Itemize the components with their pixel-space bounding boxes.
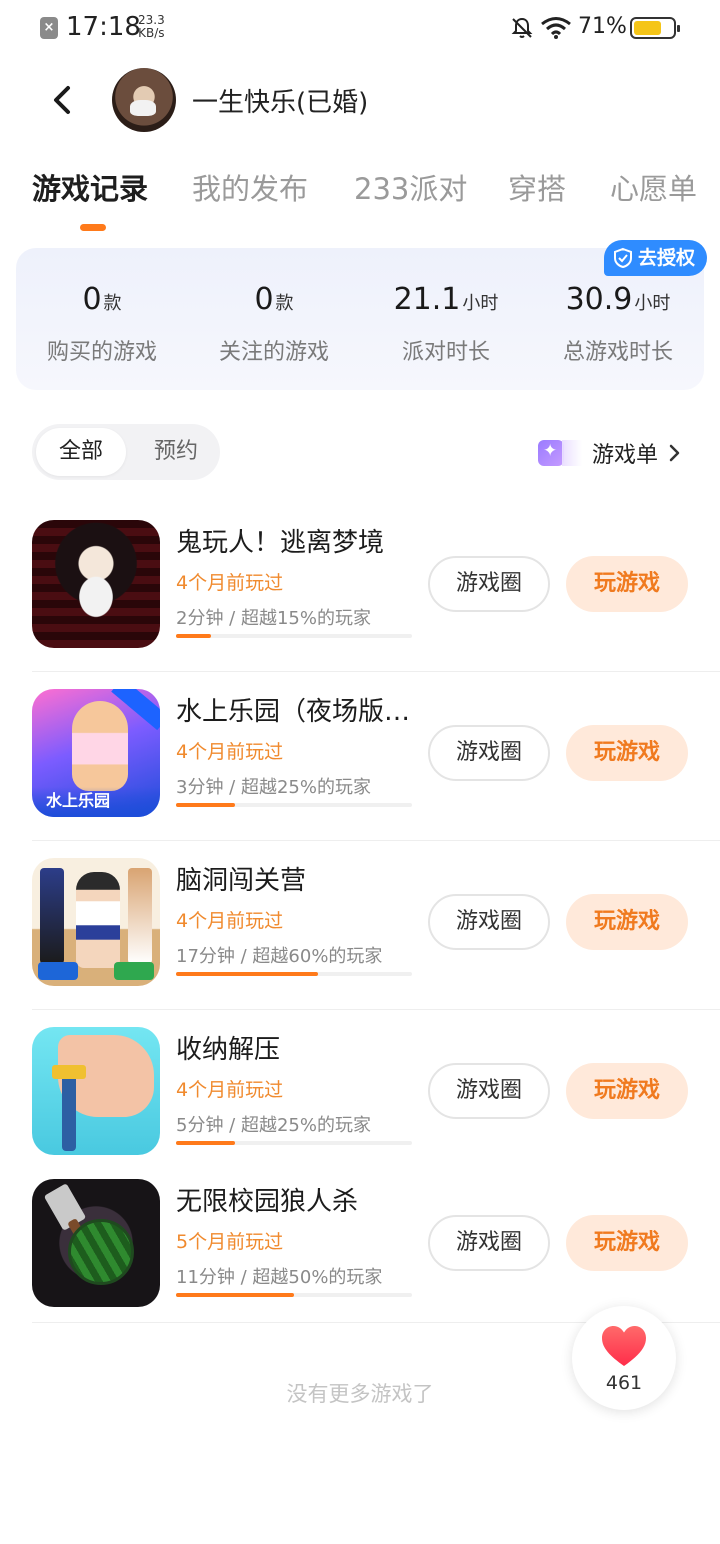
battery-percent: 71%	[578, 14, 627, 39]
playtime-progress	[176, 634, 412, 638]
like-count: 461	[605, 1372, 643, 1394]
game-circle-button[interactable]: 游戏圈	[428, 894, 550, 950]
avatar[interactable]	[112, 68, 176, 132]
tab-bar: 游戏记录 我的发布 233派对 穿搭 心愿单	[0, 166, 720, 236]
tab-my-posts[interactable]: 我的发布	[192, 166, 308, 208]
stat-unit: 款	[275, 293, 294, 314]
stat-purchased-games[interactable]: 0款 购买的游戏	[16, 282, 188, 365]
playtime-progress	[176, 1293, 412, 1297]
game-playtime-stat: 5分钟 / 超越25%的玩家	[176, 1115, 371, 1136]
tab-233-party[interactable]: 233派对	[354, 166, 467, 208]
tab-game-records[interactable]: 游戏记录	[32, 166, 148, 208]
playtime-progress-fill	[176, 803, 235, 807]
stat-value: 0	[254, 282, 274, 317]
stat-total-game-time[interactable]: 30.9 小时 总游戏时长	[532, 282, 704, 365]
status-time: 17:18	[66, 12, 141, 42]
game-last-played: 4个月前玩过	[176, 741, 284, 763]
play-game-button[interactable]: 玩游戏	[566, 1215, 688, 1271]
playtime-progress	[176, 972, 412, 976]
stat-value: 21.1	[393, 282, 461, 317]
username: 一生快乐(已婚)	[192, 88, 369, 118]
net-speed: 23.3 KB/s	[138, 14, 165, 40]
stat-unit: 小时	[462, 293, 499, 314]
playtime-progress-fill	[176, 1141, 235, 1145]
game-title: 收纳解压	[176, 1035, 281, 1065]
play-game-button[interactable]: 玩游戏	[566, 894, 688, 950]
game-playtime-stat: 17分钟 / 超越60%的玩家	[176, 946, 383, 967]
play-game-button[interactable]: 玩游戏	[566, 556, 688, 612]
game-last-played: 4个月前玩过	[176, 1079, 284, 1101]
net-speed-unit: KB/s	[138, 26, 165, 40]
game-row[interactable]: 鬼玩人！逃离梦境 4个月前玩过 2分钟 / 超越15%的玩家 游戏圈 玩游戏	[32, 520, 720, 672]
chevron-right-icon	[669, 444, 680, 462]
playtime-progress-fill	[176, 1293, 294, 1297]
game-list-link[interactable]: 游戏单	[538, 436, 682, 470]
game-circle-button[interactable]: 游戏圈	[428, 725, 550, 781]
mute-bell-icon	[511, 17, 533, 38]
stat-value: 0	[82, 282, 102, 317]
playtime-progress	[176, 803, 412, 807]
back-arrow-icon[interactable]	[44, 80, 84, 120]
icon-caption: 水上乐园	[46, 791, 111, 810]
playtime-progress	[176, 1141, 412, 1145]
game-playtime-stat: 11分钟 / 超越50%的玩家	[176, 1267, 383, 1288]
stat-label: 总游戏时长	[562, 340, 673, 365]
tab-outfits[interactable]: 穿搭	[508, 166, 566, 208]
authorize-label: 去授权	[638, 247, 696, 269]
dress-up-game-icon[interactable]	[32, 858, 160, 986]
playtime-progress-fill	[176, 972, 318, 976]
filter-segmented-control: 全部 预约	[32, 424, 220, 480]
heart-icon	[602, 1326, 646, 1366]
game-title: 水上乐园（夜场版…	[176, 697, 411, 727]
stat-unit: 款	[103, 293, 122, 314]
game-circle-button[interactable]: 游戏圈	[428, 556, 550, 612]
game-last-played: 4个月前玩过	[176, 572, 284, 594]
playtime-progress-fill	[176, 634, 212, 638]
stat-party-duration[interactable]: 21.1 小时 派对时长	[360, 282, 532, 365]
tab-wishlist[interactable]: 心愿单	[610, 166, 697, 208]
game-row[interactable]: 无限校园狼人杀 5个月前玩过 11分钟 / 超越50%的玩家 游戏圈 玩游戏	[32, 1179, 720, 1323]
game-row[interactable]: 脑洞闯关营 4个月前玩过 17分钟 / 超越60%的玩家 游戏圈 玩游戏	[32, 858, 720, 1010]
game-last-played: 4个月前玩过	[176, 910, 284, 932]
status-bar: × 17:18 23.3 KB/s 71%	[0, 0, 720, 56]
filter-reserved[interactable]: 预约	[136, 428, 216, 476]
foot-clamp-game-icon[interactable]	[32, 1027, 160, 1155]
watermelon-knife-game-icon[interactable]	[32, 1179, 160, 1307]
game-playtime-stat: 2分钟 / 超越15%的玩家	[176, 608, 371, 629]
battery-fill	[634, 21, 661, 35]
game-circle-button[interactable]: 游戏圈	[428, 1215, 550, 1271]
play-game-button[interactable]: 玩游戏	[566, 725, 688, 781]
game-playtime-stat: 3分钟 / 超越25%的玩家	[176, 777, 371, 798]
stat-followed-games[interactable]: 0款 关注的游戏	[188, 282, 360, 365]
game-row[interactable]: 收纳解压 4个月前玩过 5分钟 / 超越25%的玩家 游戏圈 玩游戏	[32, 1027, 720, 1179]
game-last-played: 5个月前玩过	[176, 1231, 284, 1253]
sparkle-icon	[538, 440, 564, 466]
notification-close-icon: ×	[40, 17, 58, 39]
ghost-girl-game-icon[interactable]	[32, 520, 160, 648]
authorize-button[interactable]: 去授权	[604, 240, 708, 276]
filter-all[interactable]: 全部	[36, 428, 126, 476]
game-title: 脑洞闯关营	[176, 866, 307, 896]
game-row[interactable]: 水上乐园 水上乐园（夜场版… 4个月前玩过 3分钟 / 超越25%的玩家 游戏圈…	[32, 689, 720, 841]
play-game-button[interactable]: 玩游戏	[566, 1063, 688, 1119]
like-button[interactable]: 461	[572, 1306, 676, 1410]
stat-label: 关注的游戏	[218, 340, 329, 365]
game-title: 无限校园狼人杀	[176, 1187, 359, 1217]
game-circle-button[interactable]: 游戏圈	[428, 1063, 550, 1119]
profile-header: 一生快乐(已婚)	[0, 60, 720, 142]
game-title: 鬼玩人！逃离梦境	[176, 528, 385, 558]
shield-check-icon	[614, 247, 632, 269]
game-list-label: 游戏单	[592, 443, 659, 468]
stat-label: 派对时长	[401, 340, 490, 365]
battery-icon	[630, 17, 680, 39]
stat-unit: 小时	[634, 293, 671, 314]
water-park-game-icon[interactable]: 水上乐园	[32, 689, 160, 817]
stat-value: 30.9	[565, 282, 633, 317]
stats-card	[16, 248, 704, 390]
wifi-icon	[541, 17, 571, 39]
tab-indicator	[80, 224, 106, 231]
stat-label: 购买的游戏	[46, 340, 157, 365]
